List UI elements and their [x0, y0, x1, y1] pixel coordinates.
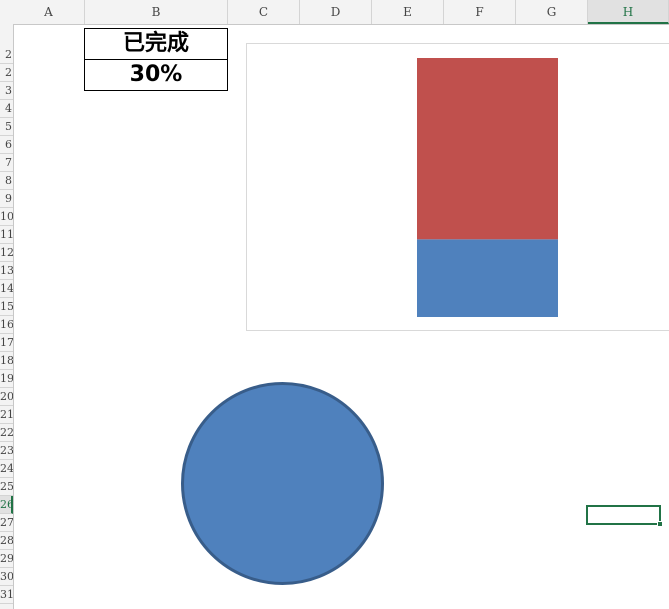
row-header-18[interactable]: 18 [0, 352, 13, 370]
cell-b2-percent-value[interactable]: 30% [84, 59, 228, 91]
row-header-13[interactable]: 13 [0, 262, 13, 280]
column-header-d[interactable]: D [300, 0, 372, 24]
row-header-30[interactable]: 30 [0, 568, 13, 586]
row-header-9[interactable]: 9 [0, 190, 13, 208]
selected-cell-h26[interactable] [586, 505, 661, 525]
row-header-23[interactable]: 23 [0, 442, 13, 460]
column-header-e[interactable]: E [372, 0, 444, 24]
cell-b1-completed-label[interactable]: 已完成 [84, 28, 228, 60]
column-header-h[interactable]: H [588, 0, 669, 24]
row-header-2[interactable]: 2 [0, 46, 13, 64]
row-header-7[interactable]: 7 [0, 154, 13, 172]
row-header-4[interactable]: 4 [0, 100, 13, 118]
row-header-11[interactable]: 11 [0, 226, 13, 244]
fill-handle[interactable] [657, 521, 663, 527]
chart-area[interactable] [246, 43, 669, 331]
row-header-26[interactable]: 26 [0, 496, 13, 514]
row-header-5[interactable]: 5 [0, 118, 13, 136]
row-header-31[interactable]: 31 [0, 586, 13, 604]
row-header-bar: 2 2 3 4 5 6 7 8 9 10 11 12 13 14 15 16 17 18 19 20 21 22 23 24 2… [0, 24, 14, 609]
row-header-19[interactable]: 19 [0, 370, 13, 388]
row-header-21[interactable]: 21 [0, 406, 13, 424]
column-header-c[interactable]: C [228, 0, 300, 24]
row-header-12[interactable]: 12 [0, 244, 13, 262]
row-header-10[interactable]: 10 [0, 208, 13, 226]
row-header-20[interactable]: 20 [0, 388, 13, 406]
row-header-28[interactable]: 28 [0, 532, 13, 550]
column-header-bar: A B C D E F G H [0, 0, 669, 25]
row-header-14[interactable]: 14 [0, 280, 13, 298]
row-header-17[interactable]: 17 [0, 334, 13, 352]
column-header-b[interactable]: B [85, 0, 228, 24]
row-header-2[interactable]: 2 [0, 64, 13, 82]
circle-shape[interactable] [181, 382, 384, 585]
row-header-29[interactable]: 29 [0, 550, 13, 568]
row-header-22[interactable]: 22 [0, 424, 13, 442]
bar-segment-1[interactable] [417, 239, 558, 317]
row-header-6[interactable]: 6 [0, 136, 13, 154]
bar-segment-2[interactable] [417, 58, 558, 240]
row-header-15[interactable]: 15 [0, 298, 13, 316]
stacked-bar-chart [417, 58, 558, 317]
row-header-3[interactable]: 3 [0, 82, 13, 100]
column-header-a[interactable]: A [13, 0, 85, 24]
column-header-g[interactable]: G [516, 0, 588, 24]
row-header-25[interactable]: 25 [0, 478, 13, 496]
row-header-27[interactable]: 27 [0, 514, 13, 532]
row-header-16[interactable]: 16 [0, 316, 13, 334]
column-header-f[interactable]: F [444, 0, 516, 24]
spreadsheet-grid[interactable]: A B C D E F G H 2 2 3 4 5 6 7 8 9 10 11 12 13 14 15 16 1… [0, 0, 669, 609]
row-header-8[interactable]: 8 [0, 172, 13, 190]
row-header-24[interactable]: 24 [0, 460, 13, 478]
